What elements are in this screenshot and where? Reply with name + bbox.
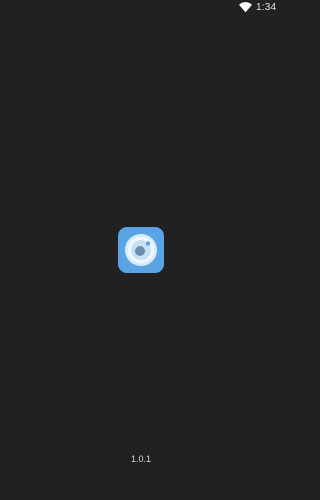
status-time: 1:34	[256, 2, 277, 13]
wifi-icon	[239, 2, 252, 13]
camera-lens-icon	[118, 227, 164, 273]
status-bar: 1:34	[0, 0, 282, 16]
splash-screen: 1:34 1.0.1	[0, 0, 282, 500]
app-version: 1.0.1	[130, 454, 152, 464]
